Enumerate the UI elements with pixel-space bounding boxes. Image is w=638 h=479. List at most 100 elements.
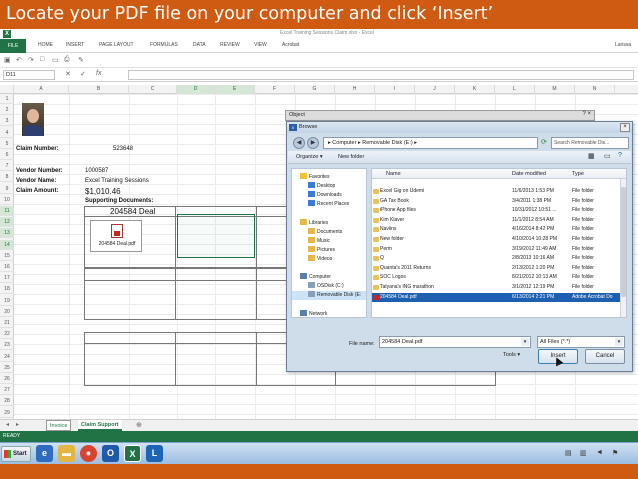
file-row[interactable]: 204584 Deal.pdf 6/13/2014 2:21 PM Adobe Ac… bbox=[372, 292, 622, 303]
row-header[interactable]: 17 bbox=[0, 273, 14, 284]
column-header[interactable]: K bbox=[455, 85, 495, 94]
cancel-button[interactable]: Cancel bbox=[585, 349, 625, 364]
row-header[interactable]: 26 bbox=[0, 374, 14, 384]
file-list[interactable]: Name Date modified Type Excel Gig on Ude… bbox=[371, 168, 627, 318]
insert-function-icon[interactable]: fx bbox=[96, 70, 101, 77]
type-column-header[interactable]: Type bbox=[572, 171, 584, 177]
user-name[interactable]: Larissa bbox=[615, 42, 631, 48]
row-header[interactable]: 2 bbox=[0, 105, 14, 116]
flag-tray-icon[interactable]: ⚑ bbox=[612, 449, 618, 457]
row-header[interactable]: 18 bbox=[0, 284, 14, 295]
address-bar[interactable]: ▸ Computer ▸ Removable Disk (E:) ▸ bbox=[323, 137, 538, 149]
close-icon[interactable]: × bbox=[620, 123, 630, 132]
object-dialog[interactable]: Object ? × bbox=[285, 110, 595, 121]
tab-file[interactable]: FILE bbox=[0, 39, 26, 53]
add-sheet-icon[interactable]: ⊕ bbox=[136, 421, 142, 429]
nav-item[interactable]: Network bbox=[292, 309, 366, 318]
sheet-tab-claim-support[interactable]: Claim Support bbox=[78, 420, 122, 431]
nav-item[interactable] bbox=[292, 264, 366, 273]
vendor-number-value[interactable]: 1000587 bbox=[85, 168, 108, 174]
select-all-corner[interactable] bbox=[0, 85, 14, 94]
row-header[interactable]: 16 bbox=[0, 262, 14, 272]
tab-review[interactable]: REVIEW bbox=[220, 42, 240, 48]
help-icon[interactable]: ? bbox=[618, 152, 622, 159]
view-options-icon[interactable]: ▦ bbox=[588, 152, 595, 160]
row-header[interactable]: 8 bbox=[0, 172, 14, 183]
nav-item[interactable]: Documents bbox=[292, 227, 366, 237]
claim-amount-value[interactable]: $1,010.46 bbox=[85, 187, 121, 196]
column-header[interactable]: L bbox=[495, 85, 535, 94]
claim-number-value[interactable]: 523648 bbox=[113, 146, 133, 152]
row-header[interactable]: 25 bbox=[0, 363, 14, 373]
browse-dialog[interactable]: X Browse × ◀ ▶ ▸ Computer ▸ Removable Di… bbox=[286, 121, 633, 372]
cancel-entry-icon[interactable]: ✕ bbox=[65, 70, 71, 78]
row-header[interactable]: 13 bbox=[0, 228, 14, 239]
outlook-icon[interactable]: O bbox=[102, 445, 119, 462]
embedded-pdf-object[interactable]: 204584 Deal.pdf bbox=[90, 220, 142, 252]
column-header[interactable]: N bbox=[575, 85, 615, 94]
vendor-name-value[interactable]: Excel Training Sessions bbox=[85, 178, 149, 184]
quick-tool-icon[interactable]: ✎ bbox=[78, 56, 84, 64]
name-box[interactable]: D11 bbox=[3, 70, 55, 80]
file-name-input[interactable]: 204584 Deal.pdf ▾ bbox=[379, 336, 531, 348]
save-icon[interactable]: ▣ bbox=[4, 56, 11, 64]
file-row[interactable]: Excel Gig on Udemi 11/6/2013 1:53 PM File … bbox=[372, 187, 622, 197]
file-row[interactable]: GA Tax Book 3/4/2011 1:38 PM File folder bbox=[372, 197, 622, 207]
undo-icon[interactable]: ↶ bbox=[16, 56, 22, 64]
date-column-header[interactable]: Date modified bbox=[512, 171, 546, 177]
tab-formulas[interactable]: FORMULAS bbox=[150, 42, 178, 48]
tab-home[interactable]: HOME bbox=[38, 42, 53, 48]
file-row[interactable]: Navlins 4/16/2014 8:42 PM File folder bbox=[372, 225, 622, 235]
row-header[interactable]: 23 bbox=[0, 340, 14, 351]
nav-item[interactable]: Desktop bbox=[292, 182, 366, 191]
redo-icon[interactable]: ↷ bbox=[28, 56, 34, 64]
row-header[interactable]: 5 bbox=[0, 139, 14, 149]
column-header[interactable]: D bbox=[177, 85, 215, 94]
row-header[interactable]: 21 bbox=[0, 318, 14, 328]
row-header[interactable]: 19 bbox=[0, 296, 14, 306]
column-header[interactable]: F bbox=[255, 85, 295, 94]
tools-button[interactable]: Tools ▾ bbox=[503, 352, 520, 358]
row-header[interactable]: 7 bbox=[0, 161, 14, 172]
chevron-down-icon[interactable]: ▾ bbox=[521, 338, 529, 346]
column-header[interactable]: E bbox=[215, 85, 255, 94]
new-icon[interactable]: □ bbox=[40, 56, 44, 63]
object-dialog-buttons[interactable]: ? × bbox=[582, 111, 591, 117]
nav-item[interactable]: Pictures bbox=[292, 245, 366, 255]
search-input[interactable]: Search Removable Dis... bbox=[551, 137, 629, 149]
file-row[interactable]: iPhone App files 10/31/2012 10:51 ... File… bbox=[372, 206, 622, 216]
organize-button[interactable]: Organize ▾ bbox=[296, 154, 323, 160]
row-header[interactable]: 28 bbox=[0, 396, 14, 407]
scrollbar-thumb[interactable] bbox=[621, 187, 626, 297]
file-row[interactable]: Tatyana's ING marathon 3/1/2012 12:19 PM F… bbox=[372, 283, 622, 293]
column-header[interactable]: C bbox=[129, 85, 177, 94]
tab-page-layout[interactable]: PAGE LAYOUT bbox=[99, 42, 134, 48]
column-header[interactable]: M bbox=[535, 85, 575, 94]
row-header[interactable]: 11 bbox=[0, 206, 14, 216]
row-header[interactable]: 22 bbox=[0, 329, 14, 340]
next-sheet-icon[interactable]: ▸ bbox=[16, 421, 19, 428]
file-row[interactable]: New folder 4/10/2014 10:28 PM File folder bbox=[372, 235, 622, 245]
confirm-entry-icon[interactable]: ✓ bbox=[80, 70, 86, 78]
row-header[interactable]: 29 bbox=[0, 408, 14, 418]
nav-item[interactable]: Libraries bbox=[292, 218, 366, 228]
file-row[interactable]: Quanta's 2011 Returns 2/13/2012 1:20 PM Fi… bbox=[372, 264, 622, 274]
claimant-photo[interactable] bbox=[22, 103, 44, 136]
column-header[interactable]: H bbox=[335, 85, 375, 94]
file-type-select[interactable]: All Files (*.*) ▾ bbox=[537, 336, 625, 348]
nav-item[interactable]: OSDisk (C:) bbox=[292, 282, 366, 291]
nav-item[interactable]: Removable Disk (E: bbox=[292, 291, 366, 301]
refresh-icon[interactable]: ⟳ bbox=[541, 138, 547, 146]
navigation-pane[interactable]: Favorites Desktop Downloads Recent Places Li… bbox=[291, 168, 367, 318]
print-icon[interactable]: ⎙ bbox=[64, 56, 70, 64]
row-header[interactable]: 20 bbox=[0, 307, 14, 317]
forward-arrow-icon[interactable]: ▶ bbox=[307, 137, 319, 149]
sheet-tab-invoice[interactable]: Invoice bbox=[46, 420, 72, 431]
nav-item[interactable]: Favorites bbox=[292, 173, 366, 182]
row-header[interactable]: 10 bbox=[0, 195, 14, 205]
tab-insert[interactable]: INSERT bbox=[66, 42, 84, 48]
name-column-header[interactable]: Name bbox=[386, 171, 401, 177]
nav-item[interactable]: Computer bbox=[292, 273, 366, 282]
ie-icon[interactable]: e bbox=[36, 445, 53, 462]
column-header[interactable]: A bbox=[14, 85, 69, 94]
